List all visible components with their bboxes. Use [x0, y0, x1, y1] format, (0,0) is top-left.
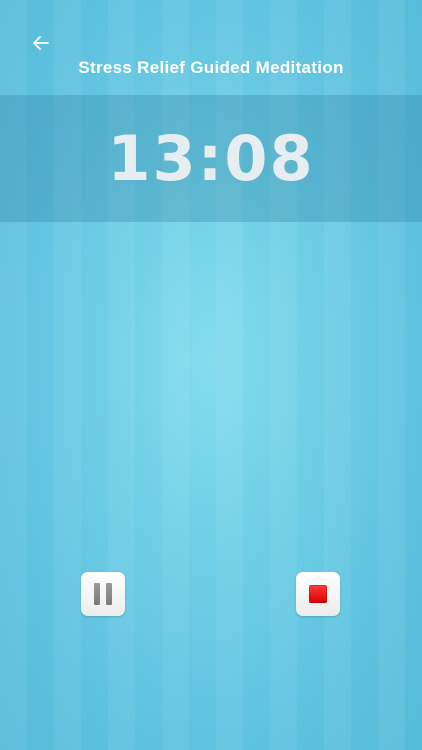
meditation-screen: Stress Relief Guided Meditation 13:08	[0, 0, 422, 750]
back-button[interactable]	[30, 32, 52, 54]
timer-display: 13:08	[107, 122, 315, 195]
stop-icon	[309, 585, 327, 603]
stop-button[interactable]	[296, 572, 340, 616]
pause-icon	[91, 583, 115, 605]
page-title: Stress Relief Guided Meditation	[78, 58, 344, 77]
timer-band: 13:08	[0, 95, 422, 222]
pause-button[interactable]	[81, 572, 125, 616]
arrow-left-icon	[33, 36, 49, 50]
